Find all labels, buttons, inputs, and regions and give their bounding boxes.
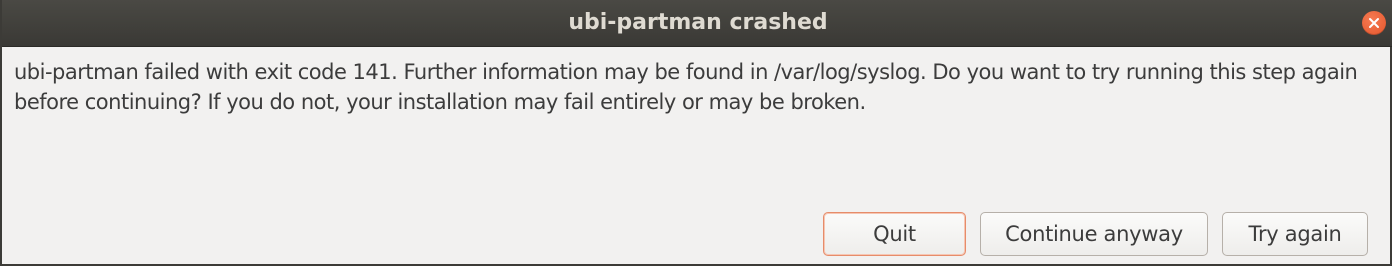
crash-dialog-window: ubi-partman crashed ubi-partman failed w… (0, 0, 1392, 266)
button-row: Quit Continue anyway Try again (823, 212, 1368, 256)
title-bar[interactable]: ubi-partman crashed (2, 0, 1392, 47)
dialog-content: ubi-partman failed with exit code 141. F… (2, 47, 1390, 264)
continue-anyway-button[interactable]: Continue anyway (980, 212, 1208, 256)
try-again-button[interactable]: Try again (1222, 212, 1368, 256)
window-title: ubi-partman crashed (568, 10, 828, 35)
quit-button[interactable]: Quit (823, 212, 966, 256)
close-icon (1369, 18, 1379, 28)
close-button[interactable] (1362, 11, 1386, 35)
error-message: ubi-partman failed with exit code 141. F… (14, 60, 1358, 114)
